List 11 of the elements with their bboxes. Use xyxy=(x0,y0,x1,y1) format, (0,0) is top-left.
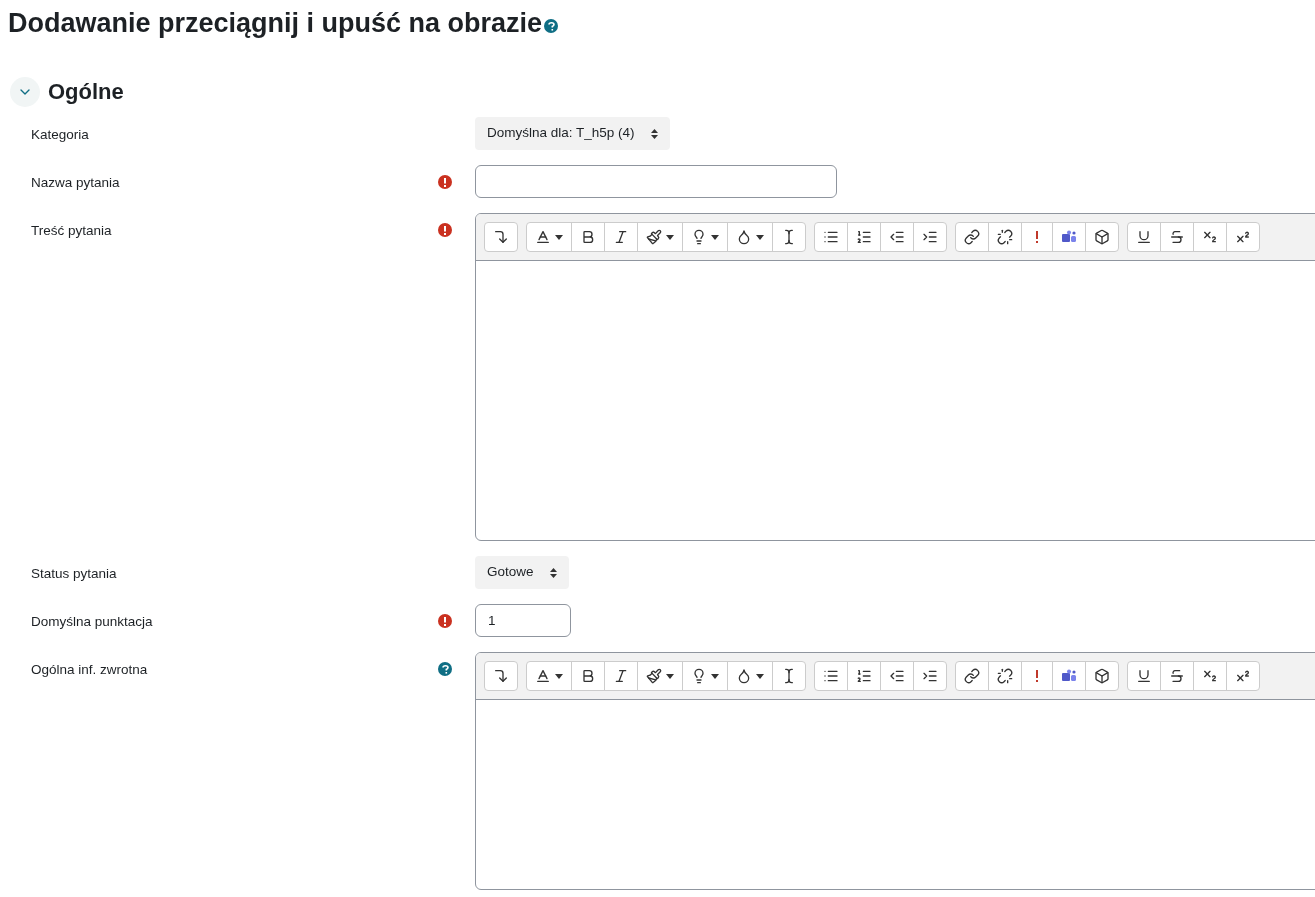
field-label: Ogólna inf. zwrotna xyxy=(31,662,148,677)
select-dropdown[interactable]: Domyślna dla: T_h5p (4) xyxy=(475,117,670,150)
number-input[interactable]: 1 xyxy=(475,604,571,637)
section-title: Ogólne xyxy=(48,78,124,106)
field-label: Domyślna punktacja xyxy=(31,614,153,629)
field-label: Nazwa pytania xyxy=(31,175,120,190)
field-label: Kategoria xyxy=(31,127,89,142)
select-dropdown[interactable]: Gotowe xyxy=(475,556,569,589)
page-title: Dodawanie przeciągnij i upuść na obrazie xyxy=(8,7,543,40)
field-label: Status pytania xyxy=(31,566,117,581)
field-label: Treść pytania xyxy=(31,223,112,238)
